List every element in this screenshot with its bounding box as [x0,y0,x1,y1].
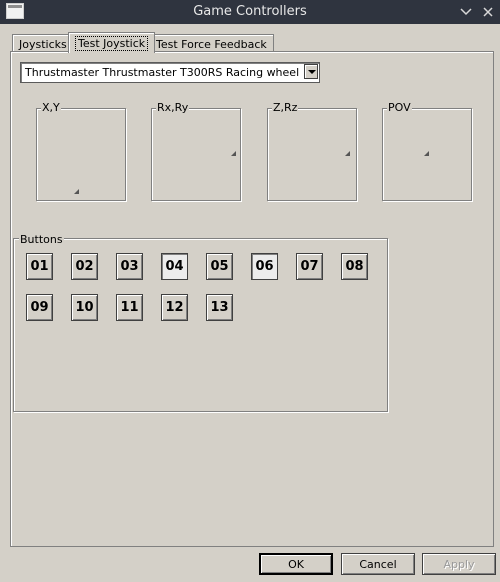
joystick-button-12: 12 [161,294,188,321]
window-title: Game Controllers [193,4,307,19]
axis-xy-label: X,Y [41,101,61,114]
buttons-group: Buttons [13,233,388,412]
axis-pov-box: POV [382,101,472,201]
joystick-button-09: 09 [26,294,53,321]
minimize-chevron-icon[interactable] [456,2,476,22]
axis-rxry-position-marker [231,151,236,156]
axis-zrz-label: Z,Rz [272,101,299,114]
axis-pov-position-marker [424,151,429,156]
buttons-group-label: Buttons [19,233,64,246]
device-select-value: Thrustmaster Thrustmaster T300RS Racing … [25,66,300,79]
tab-joysticks-label: Joysticks [19,37,67,51]
ok-button[interactable]: OK [259,553,333,575]
joystick-button-07: 07 [296,253,323,280]
axis-zrz-box: Z,Rz [267,101,357,201]
axis-pov-label: POV [387,101,412,114]
dropdown-arrow-icon[interactable] [304,64,318,79]
axis-xy-position-marker [74,189,79,194]
joystick-button-01: 01 [26,253,53,280]
joystick-button-04: 04 [161,253,188,280]
axis-rxry-box: Rx,Ry [151,101,241,201]
close-icon[interactable] [478,2,498,22]
joystick-button-03: 03 [116,253,143,280]
joystick-button-13: 13 [206,294,233,321]
axis-xy-box: X,Y [36,101,126,201]
joystick-button-08: 08 [341,253,368,280]
axis-zrz-position-marker [345,151,350,156]
tab-test-joystick-label: Test Joystick [75,35,149,51]
joystick-button-02: 02 [71,253,98,280]
joystick-button-11: 11 [116,294,143,321]
tab-test-force-feedback-label: Test Force Feedback [156,37,267,51]
joystick-button-06: 06 [251,253,278,280]
joystick-button-05: 05 [206,253,233,280]
joystick-button-10: 10 [71,294,98,321]
title-bar: Game Controllers [0,0,500,24]
apply-button[interactable]: Apply [422,553,496,575]
tab-test-joystick[interactable]: Test Joystick [68,32,156,53]
device-select[interactable]: Thrustmaster Thrustmaster T300RS Racing … [20,62,320,83]
cancel-button[interactable]: Cancel [341,553,415,575]
axis-rxry-label: Rx,Ry [156,101,190,114]
